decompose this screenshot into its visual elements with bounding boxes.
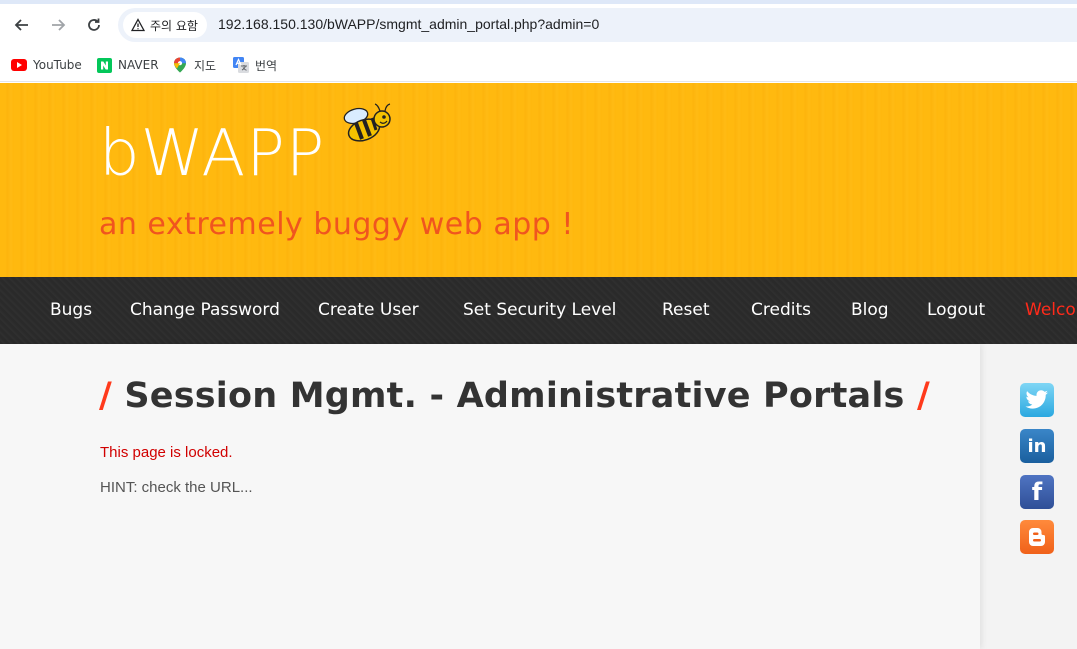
arrow-left-icon — [14, 19, 28, 31]
bee-icon — [343, 103, 391, 142]
bookmark-label: YouTube — [33, 58, 82, 72]
youtube-icon — [11, 57, 27, 73]
site-tagline: an extremely buggy web app ! — [99, 207, 574, 242]
bookmark-naver[interactable]: NAVER — [96, 54, 159, 76]
tab-strip-edge — [0, 0, 1077, 4]
menu-item-logout[interactable]: Logout — [927, 300, 985, 320]
forward-button[interactable] — [45, 12, 71, 38]
facebook-link[interactable]: f — [1020, 475, 1054, 509]
naver-icon — [96, 57, 112, 73]
security-warning-label: 주의 요함 — [150, 18, 198, 33]
hint-text: HINT: check the URL... — [100, 479, 253, 496]
browser-toolbar: 주의 요함 192.168.150.130/bWAPP/smgmt_admin_… — [0, 0, 1077, 48]
facebook-icon: f — [1031, 478, 1043, 506]
menu-item-blog[interactable]: Blog — [851, 300, 889, 320]
bookmarks-bar: YouTube NAVER 지도 번역 — [0, 48, 1077, 82]
bookmark-label: 지도 — [194, 58, 217, 73]
menu-item-change-password[interactable]: Change Password — [130, 300, 280, 320]
title-slash-right: / — [916, 376, 930, 416]
address-bar[interactable]: 주의 요함 192.168.150.130/bWAPP/smgmt_admin_… — [118, 8, 1077, 42]
blogger-link[interactable] — [1020, 520, 1054, 554]
menu-item-create-user[interactable]: Create User — [318, 300, 419, 320]
locked-message: This page is locked. — [100, 444, 233, 461]
main-menu: Bugs Change Password Create User Set Sec… — [0, 277, 1077, 344]
back-button[interactable] — [9, 12, 35, 38]
linkedin-icon: in — [1027, 435, 1047, 457]
reload-icon — [88, 18, 100, 31]
page-title-text: Session Mgmt. - Administrative Portals — [124, 376, 905, 416]
maps-icon — [172, 57, 188, 73]
security-warning-chip[interactable]: 주의 요함 — [123, 12, 207, 38]
bookmark-translate[interactable]: 번역 — [233, 54, 277, 76]
content-panel: / Session Mgmt. - Administrative Portals… — [0, 344, 980, 649]
bookmark-label: 번역 — [255, 58, 278, 73]
twitter-icon — [1025, 390, 1048, 409]
menu-item-reset[interactable]: Reset — [662, 300, 710, 320]
bookmark-youtube[interactable]: YouTube — [11, 54, 82, 76]
page-viewport: bWAPP an extremely buggy web app ! Bugs … — [0, 83, 1077, 649]
site-logo[interactable]: bWAPP — [99, 117, 325, 191]
translate-icon — [233, 57, 249, 73]
bookmark-label: NAVER — [118, 58, 159, 72]
page-title: / Session Mgmt. - Administrative Portals… — [99, 376, 930, 416]
url-text[interactable]: 192.168.150.130/bWAPP/smgmt_admin_portal… — [218, 16, 599, 32]
welcome-text: Welco — [1025, 300, 1076, 320]
title-slash-left: / — [99, 376, 112, 416]
main-content: / Session Mgmt. - Administrative Portals… — [0, 344, 1077, 649]
warning-icon — [131, 18, 145, 32]
bookmark-maps[interactable]: 지도 — [172, 54, 216, 76]
site-header: bWAPP an extremely buggy web app ! — [0, 83, 1077, 277]
menu-item-bugs[interactable]: Bugs — [50, 300, 92, 320]
reload-button[interactable] — [81, 12, 107, 38]
blogger-icon — [1029, 528, 1045, 546]
menu-item-set-security-level[interactable]: Set Security Level — [463, 300, 616, 320]
arrow-right-icon — [52, 19, 66, 31]
menu-item-credits[interactable]: Credits — [751, 300, 811, 320]
twitter-link[interactable] — [1020, 383, 1054, 417]
linkedin-link[interactable]: in — [1020, 429, 1054, 463]
